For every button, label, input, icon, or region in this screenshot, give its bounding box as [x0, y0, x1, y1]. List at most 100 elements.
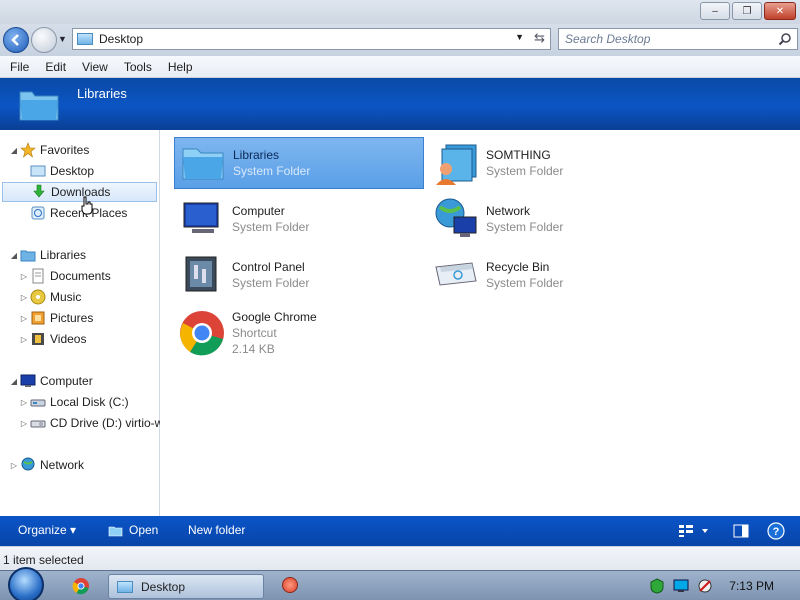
- recent-pages-dropdown[interactable]: ▼: [58, 34, 67, 44]
- control-panel-icon: [185, 256, 217, 292]
- close-button[interactable]: ✕: [764, 2, 796, 20]
- collapse-arrow-icon[interactable]: ◢: [8, 377, 20, 386]
- item-libraries[interactable]: Libraries System Folder: [174, 137, 424, 189]
- menu-tools[interactable]: Tools: [116, 60, 160, 74]
- tree-pictures[interactable]: ▷ Pictures: [18, 308, 93, 328]
- maximize-button[interactable]: ❐: [732, 2, 762, 20]
- item-type: System Folder: [233, 164, 311, 178]
- taskbar-explorer-button[interactable]: Desktop: [108, 574, 264, 599]
- menu-bar: File Edit View Tools Help: [0, 56, 800, 78]
- download-arrow-icon: [33, 184, 45, 198]
- minimize-button[interactable]: –: [700, 2, 730, 20]
- search-input[interactable]: [559, 29, 769, 49]
- tree-recent-places[interactable]: Recent Places: [18, 203, 127, 223]
- open-icon: [108, 526, 123, 537]
- menu-edit[interactable]: Edit: [37, 60, 74, 74]
- item-type: System Folder: [486, 164, 564, 178]
- expand-arrow-icon[interactable]: ▷: [18, 314, 30, 323]
- user-folder-icon: [436, 144, 477, 185]
- title-bar: – ❐ ✕: [0, 0, 800, 24]
- tree-label: Computer: [40, 374, 93, 388]
- item-type: System Folder: [232, 276, 310, 290]
- libraries-folder-icon: [19, 91, 59, 121]
- music-icon: [30, 289, 46, 305]
- tree-label: Documents: [50, 269, 111, 283]
- item-name: SOMTHING: [486, 148, 551, 162]
- address-dropdown[interactable]: ▼: [515, 32, 524, 42]
- expand-arrow-icon[interactable]: ▷: [18, 293, 30, 302]
- search-box[interactable]: [558, 28, 798, 50]
- volume-muted-icon[interactable]: [697, 578, 713, 594]
- action-center-icon[interactable]: [649, 578, 665, 594]
- tree-desktop[interactable]: Desktop: [18, 161, 94, 181]
- window-controls: – ❐ ✕: [700, 2, 796, 20]
- network-icon: [21, 457, 35, 471]
- expand-arrow-icon[interactable]: ▷: [18, 419, 30, 428]
- expand-arrow-icon[interactable]: ▷: [18, 398, 30, 407]
- tree-music[interactable]: ▷ Music: [18, 287, 81, 307]
- tree-label: Videos: [50, 332, 87, 346]
- help-icon[interactable]: ?: [767, 522, 785, 540]
- tree-videos[interactable]: ▷ Videos: [18, 329, 87, 349]
- expand-arrow-icon[interactable]: ▷: [18, 272, 30, 281]
- recent-places-icon: [31, 206, 45, 220]
- item-google-chrome[interactable]: Google Chrome Shortcut 2.14 KB: [174, 303, 424, 363]
- forward-button[interactable]: [31, 27, 57, 53]
- item-name: Computer: [232, 204, 285, 218]
- tree-cd-drive[interactable]: ▷ CD Drive (D:) virtio-w: [18, 413, 163, 433]
- tree-local-disk[interactable]: ▷ Local Disk (C:): [18, 392, 129, 412]
- menu-help[interactable]: Help: [160, 60, 201, 74]
- refresh-icon[interactable]: ⇆: [534, 30, 545, 46]
- search-icon[interactable]: [778, 32, 792, 46]
- cd-drive-icon: [30, 420, 46, 428]
- back-button[interactable]: [3, 27, 29, 53]
- address-path: Desktop: [99, 32, 144, 46]
- item-computer[interactable]: Computer System Folder: [174, 193, 424, 245]
- item-control-panel[interactable]: Control Panel System Folder: [174, 249, 424, 301]
- change-view-icon[interactable]: [678, 524, 708, 538]
- chrome-taskbar-icon[interactable]: [72, 577, 90, 595]
- open-button[interactable]: Open: [129, 523, 158, 537]
- libraries-folder-icon: [182, 148, 224, 180]
- tree-favorites[interactable]: ◢ Favorites: [8, 140, 89, 160]
- desktop-icon: [30, 165, 46, 177]
- item-name: Libraries: [233, 148, 280, 162]
- tree-network[interactable]: ▷ Network: [8, 455, 84, 475]
- expand-arrow-icon[interactable]: ▷: [18, 335, 30, 344]
- item-type: System Folder: [486, 276, 564, 290]
- preview-pane-icon[interactable]: [733, 524, 749, 538]
- collapse-arrow-icon[interactable]: ◢: [8, 251, 20, 260]
- videos-icon: [32, 333, 44, 345]
- computer-icon: [20, 374, 36, 387]
- network-tray-icon[interactable]: [673, 578, 689, 594]
- taskbar: Desktop 7:13 PM: [0, 567, 800, 600]
- item-size: 2.14 KB: [232, 342, 275, 356]
- item-name: Google Chrome: [232, 310, 317, 324]
- tree-computer[interactable]: ◢ Computer: [8, 371, 93, 391]
- status-bar: 1 item selected: [0, 546, 800, 570]
- new-folder-button[interactable]: New folder: [188, 523, 245, 537]
- item-somthing[interactable]: SOMTHING System Folder: [428, 137, 678, 189]
- clock[interactable]: 7:13 PM: [729, 579, 774, 593]
- folder-icon: [117, 580, 133, 593]
- start-button[interactable]: [8, 567, 44, 600]
- tree-libraries[interactable]: ◢ Libraries: [8, 245, 86, 265]
- item-network[interactable]: Network System Folder: [428, 193, 678, 245]
- pictures-icon: [31, 311, 45, 325]
- item-type: Shortcut: [232, 326, 277, 340]
- item-recycle-bin[interactable]: Recycle Bin System Folder: [428, 249, 678, 301]
- media-player-icon[interactable]: [282, 577, 298, 593]
- expand-arrow-icon[interactable]: ▷: [8, 461, 20, 470]
- menu-view[interactable]: View: [74, 60, 116, 74]
- tree-label: Favorites: [40, 143, 90, 157]
- organize-button[interactable]: Organize ▾: [18, 523, 76, 537]
- collapse-arrow-icon[interactable]: ◢: [8, 146, 20, 155]
- tree-label: Local Disk (C:): [50, 395, 129, 409]
- address-bar[interactable]: Desktop ▼ ⇆: [72, 28, 551, 50]
- tree-label: Desktop: [50, 164, 95, 178]
- menu-file[interactable]: File: [2, 60, 37, 74]
- computer-icon: [183, 202, 219, 233]
- tree-documents[interactable]: ▷ Documents: [18, 266, 111, 286]
- tree-label: Pictures: [50, 311, 94, 325]
- system-tray: 7:13 PM: [649, 571, 800, 600]
